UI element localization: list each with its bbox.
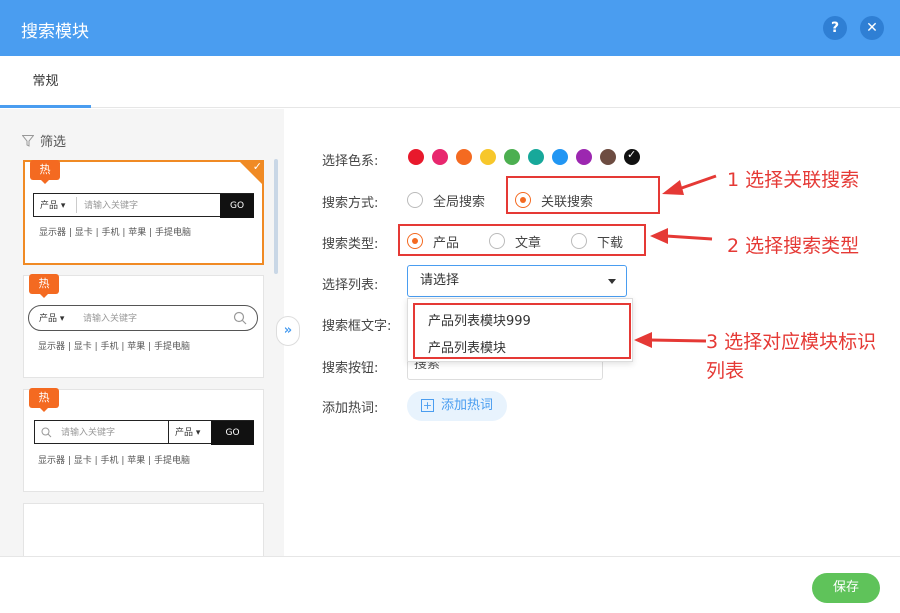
annotation-step-3-cont: 列表 (706, 360, 745, 382)
annotation-step-1: 1 选择关联搜索 (727, 169, 860, 191)
annotation-arrowhead-2 (650, 228, 668, 244)
annotation-arrow-3 (649, 338, 707, 343)
annotation-arrowhead-1 (662, 180, 684, 195)
annotation-step-2: 2 选择搜索类型 (727, 235, 860, 257)
annotation-arrow-2 (665, 234, 713, 241)
annotation-arrows (634, 174, 717, 348)
annotation-step-3: 3 选择对应模块标识 (706, 331, 877, 353)
annotation-arrowhead-3 (634, 332, 652, 348)
